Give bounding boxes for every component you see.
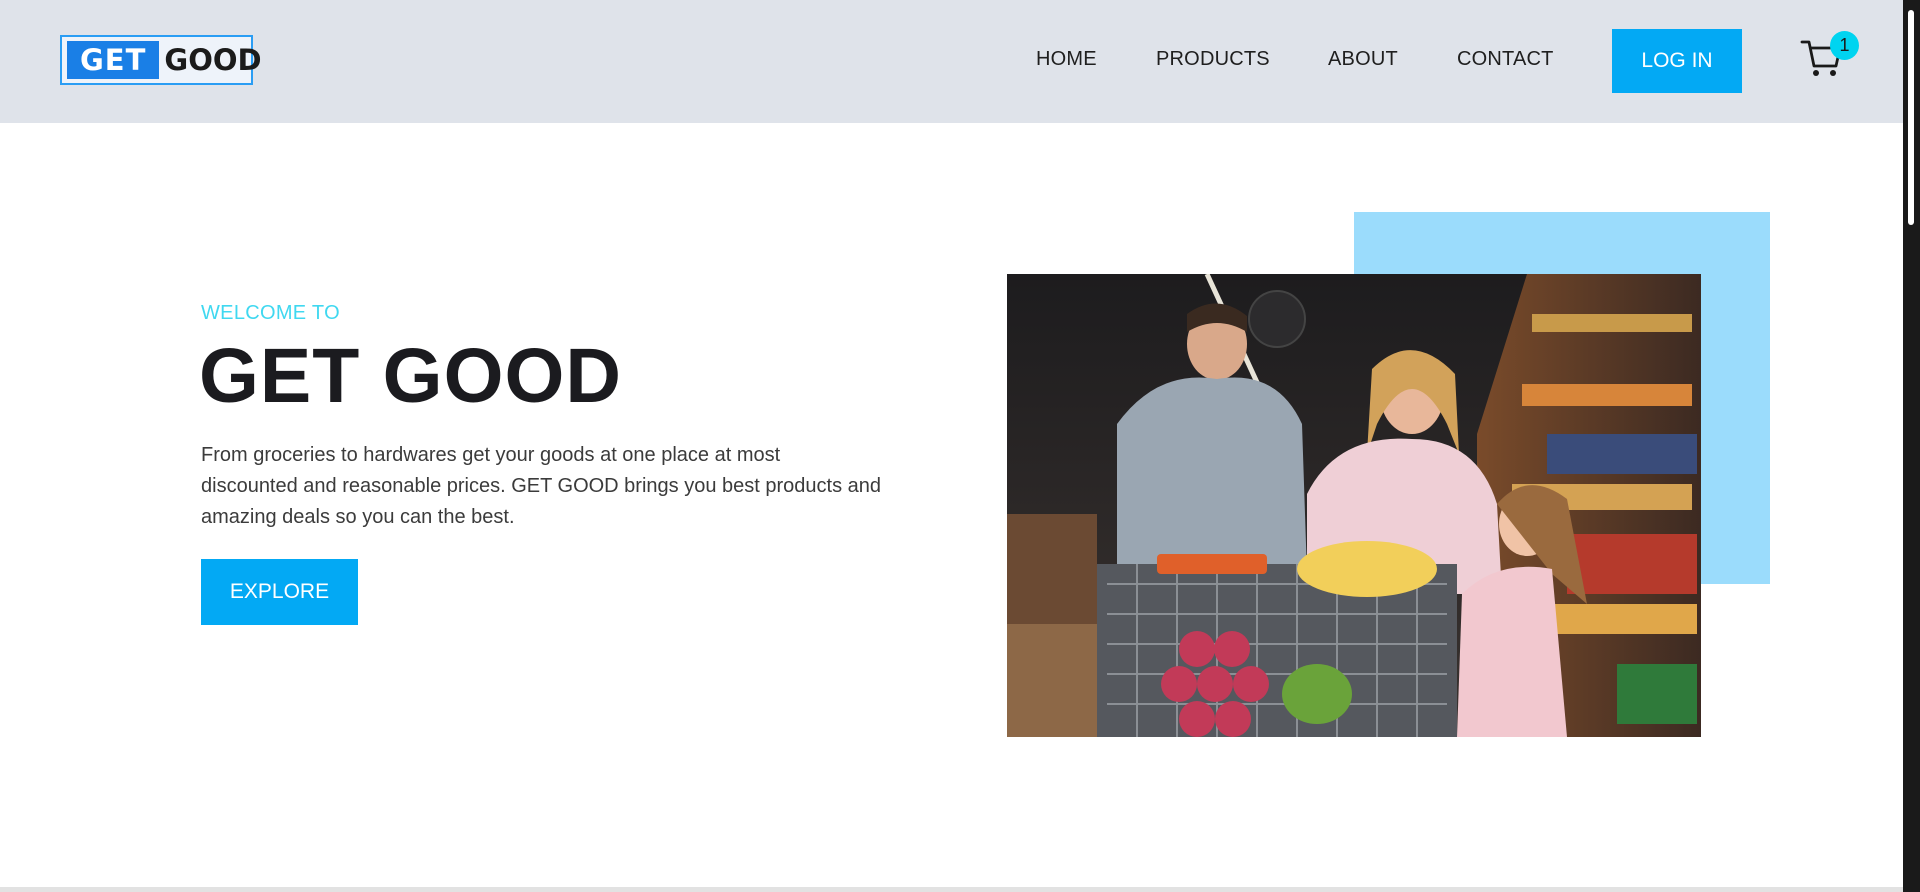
hero-title: GET GOOD [199, 333, 622, 419]
family-shopping-photo [1007, 274, 1701, 737]
nav-about[interactable]: ABOUT [1328, 48, 1398, 71]
hero-welcome: WELCOME TO [201, 302, 340, 324]
scrollbar-thumb[interactable] [1908, 10, 1914, 225]
hero-description: From groceries to hardwares get your goo… [201, 444, 882, 528]
cart-count-badge: 1 [1830, 31, 1859, 60]
section-divider [0, 887, 1903, 892]
navbar: GET GOOD HOME PRODUCTS ABOUT CONTACT LOG… [0, 0, 1903, 123]
login-button[interactable]: LOG IN [1612, 29, 1742, 93]
explore-button[interactable]: EXPLORE [201, 559, 358, 625]
nav-contact[interactable]: CONTACT [1457, 48, 1554, 71]
nav-home[interactable]: HOME [1036, 48, 1097, 71]
nav-products[interactable]: PRODUCTS [1156, 48, 1270, 71]
